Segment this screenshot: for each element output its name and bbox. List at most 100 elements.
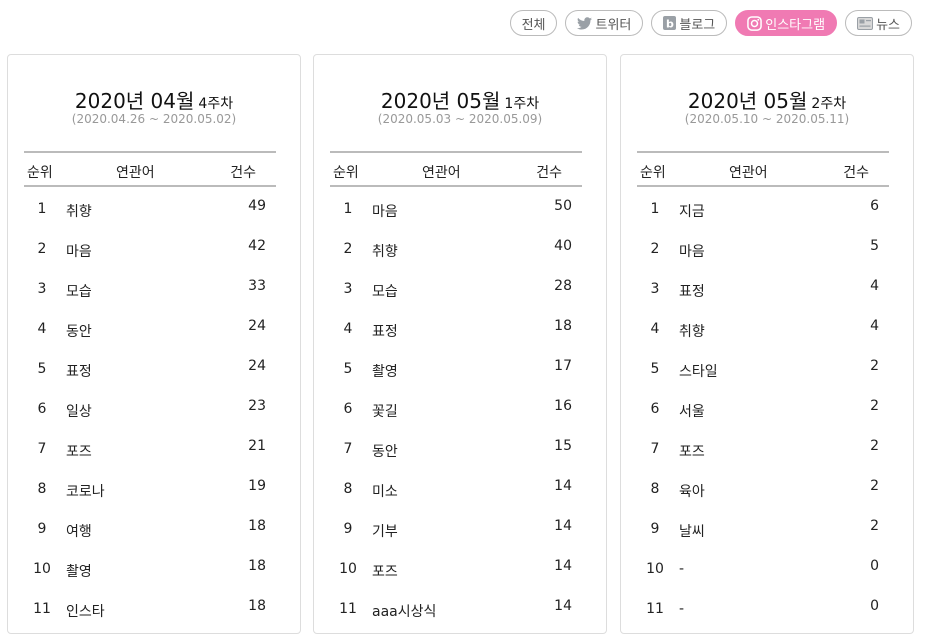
rank-cell: 2: [37, 241, 47, 257]
table-row: 7 동안 15: [330, 427, 582, 467]
count-cell: 19: [248, 478, 266, 494]
count-cell: 18: [248, 518, 266, 534]
count-cell: 15: [554, 438, 572, 454]
keyword-cell: 일상: [66, 404, 92, 420]
count-cell: 14: [554, 558, 572, 574]
keyword-cell: 미소: [372, 484, 398, 500]
table-row: 8 미소 14: [330, 467, 582, 507]
card-title: 2020년 05월 2주차: [621, 85, 913, 114]
count-cell: 24: [248, 318, 266, 334]
header-rank: 순위: [27, 165, 53, 181]
count-cell: 28: [554, 278, 572, 294]
table-row: 1 지금 6: [637, 187, 889, 227]
keyword-cell: 모습: [66, 284, 92, 300]
table-row: 8 육아 2: [637, 467, 889, 507]
count-cell: 14: [554, 598, 572, 614]
keyword-cell: 표정: [66, 364, 92, 380]
table-row: 5 표정 24: [24, 347, 276, 387]
card-title-month: 2020년 05월: [380, 89, 501, 113]
keyword-cell: 날씨: [679, 524, 705, 540]
blog-icon: b: [663, 16, 677, 30]
table-header: 순위 연관어 건수: [24, 151, 276, 187]
keyword-cell: 모습: [372, 284, 398, 300]
table-row: 5 촬영 17: [330, 347, 582, 387]
filter-blog-label: 블로그: [679, 17, 716, 33]
rank-cell: 9: [650, 521, 660, 537]
keyword-cell: 표정: [372, 324, 398, 340]
filter-instagram-button[interactable]: 인스타그램: [735, 10, 838, 36]
header-word: 연관어: [116, 165, 155, 181]
count-cell: 2: [870, 518, 879, 534]
table-row: 6 꽃길 16: [330, 387, 582, 427]
count-cell: 18: [248, 598, 266, 614]
filter-all-button[interactable]: 전체: [509, 10, 558, 36]
header-count: 건수: [843, 165, 869, 181]
table-row: 9 날씨 2: [637, 507, 889, 547]
rank-cell: 4: [343, 321, 353, 337]
filter-blog-button[interactable]: b 블로그: [651, 10, 728, 36]
rank-cell: 11: [33, 601, 51, 617]
keyword-cell: 코로나: [66, 484, 105, 500]
keyword-cell: 스타일: [679, 364, 718, 380]
keyword-cell: 포즈: [679, 444, 705, 460]
filter-news-button[interactable]: 뉴스: [845, 10, 912, 36]
count-cell: 40: [554, 238, 572, 254]
count-cell: 24: [248, 358, 266, 374]
keyword-cell: aaa시상식: [372, 604, 437, 620]
rank-cell: 5: [37, 361, 47, 377]
table-row: 3 모습 33: [24, 267, 276, 307]
rank-cell: 4: [650, 321, 660, 337]
rank-cell: 1: [343, 201, 353, 217]
rank-cell: 3: [343, 281, 353, 297]
table-row: 9 기부 14: [330, 507, 582, 547]
keyword-cell: 여행: [66, 524, 92, 540]
table-row: 10 촬영 18: [24, 547, 276, 587]
instagram-icon: [747, 15, 763, 31]
filter-news-label: 뉴스: [876, 17, 900, 33]
table-body: 1 지금 6 2 마음 5 3 표정 4 4 취향 4 5 스타일 2 6 서울 2 7 포즈 2 8 육아 2 9 날씨 2 10-…: [637, 187, 889, 627]
rank-cell: 2: [343, 241, 353, 257]
rank-cell: 8: [37, 481, 47, 497]
rank-cell: 3: [650, 281, 660, 297]
rank-cell: 6: [343, 401, 353, 417]
rank-cell: 7: [343, 441, 353, 457]
card-title-week: 4주차: [198, 96, 234, 112]
keyword-cell: 육아: [679, 484, 705, 500]
keyword-cell: 표정: [679, 284, 705, 300]
count-cell: 21: [248, 438, 266, 454]
keyword-cell: 인스타: [66, 604, 105, 620]
header-count: 건수: [536, 165, 562, 181]
filter-twitter-button[interactable]: 트위터: [565, 10, 644, 36]
keyword-cell: 촬영: [66, 564, 92, 580]
rank-cell: 10: [339, 561, 357, 577]
table-row: 4 취향 4: [637, 307, 889, 347]
table-row: 8 코로나 19: [24, 467, 276, 507]
keyword-cell: -: [679, 601, 685, 617]
keyword-cell: 취향: [372, 244, 398, 260]
keyword-cell: 지금: [679, 204, 705, 220]
keyword-cell: 동안: [66, 324, 92, 340]
header-count: 건수: [230, 165, 256, 181]
header-rank: 순위: [640, 165, 666, 181]
ranking-card-week-1: 2020년 04월 4주차 (2020.04.26 ~ 2020.05.02) 순…: [7, 54, 301, 634]
card-title-month: 2020년 04월: [74, 89, 195, 113]
table-row: 11 aaa시상식 14: [330, 587, 582, 627]
channel-filter-bar: 전체 트위터 b 블로그 인스타그램 뉴스: [509, 10, 912, 36]
rank-cell: 9: [37, 521, 47, 537]
count-cell: 50: [554, 198, 572, 214]
table-header: 순위 연관어 건수: [330, 151, 582, 187]
table-header: 순위 연관어 건수: [637, 151, 889, 187]
table-row: 5 스타일 2: [637, 347, 889, 387]
rank-cell: 3: [37, 281, 47, 297]
table-row: 1 마음 50: [330, 187, 582, 227]
table-row: 7 포즈 2: [637, 427, 889, 467]
rank-cell: 6: [37, 401, 47, 417]
header-word: 연관어: [729, 165, 768, 181]
table-row: 2 취향 40: [330, 227, 582, 267]
count-cell: 4: [870, 278, 879, 294]
card-date-range: (2020.05.03 ~ 2020.05.09): [377, 112, 543, 126]
rank-cell: 11: [339, 601, 357, 617]
count-cell: 0: [870, 598, 879, 614]
keyword-cell: -: [679, 561, 685, 577]
count-cell: 42: [248, 238, 266, 254]
